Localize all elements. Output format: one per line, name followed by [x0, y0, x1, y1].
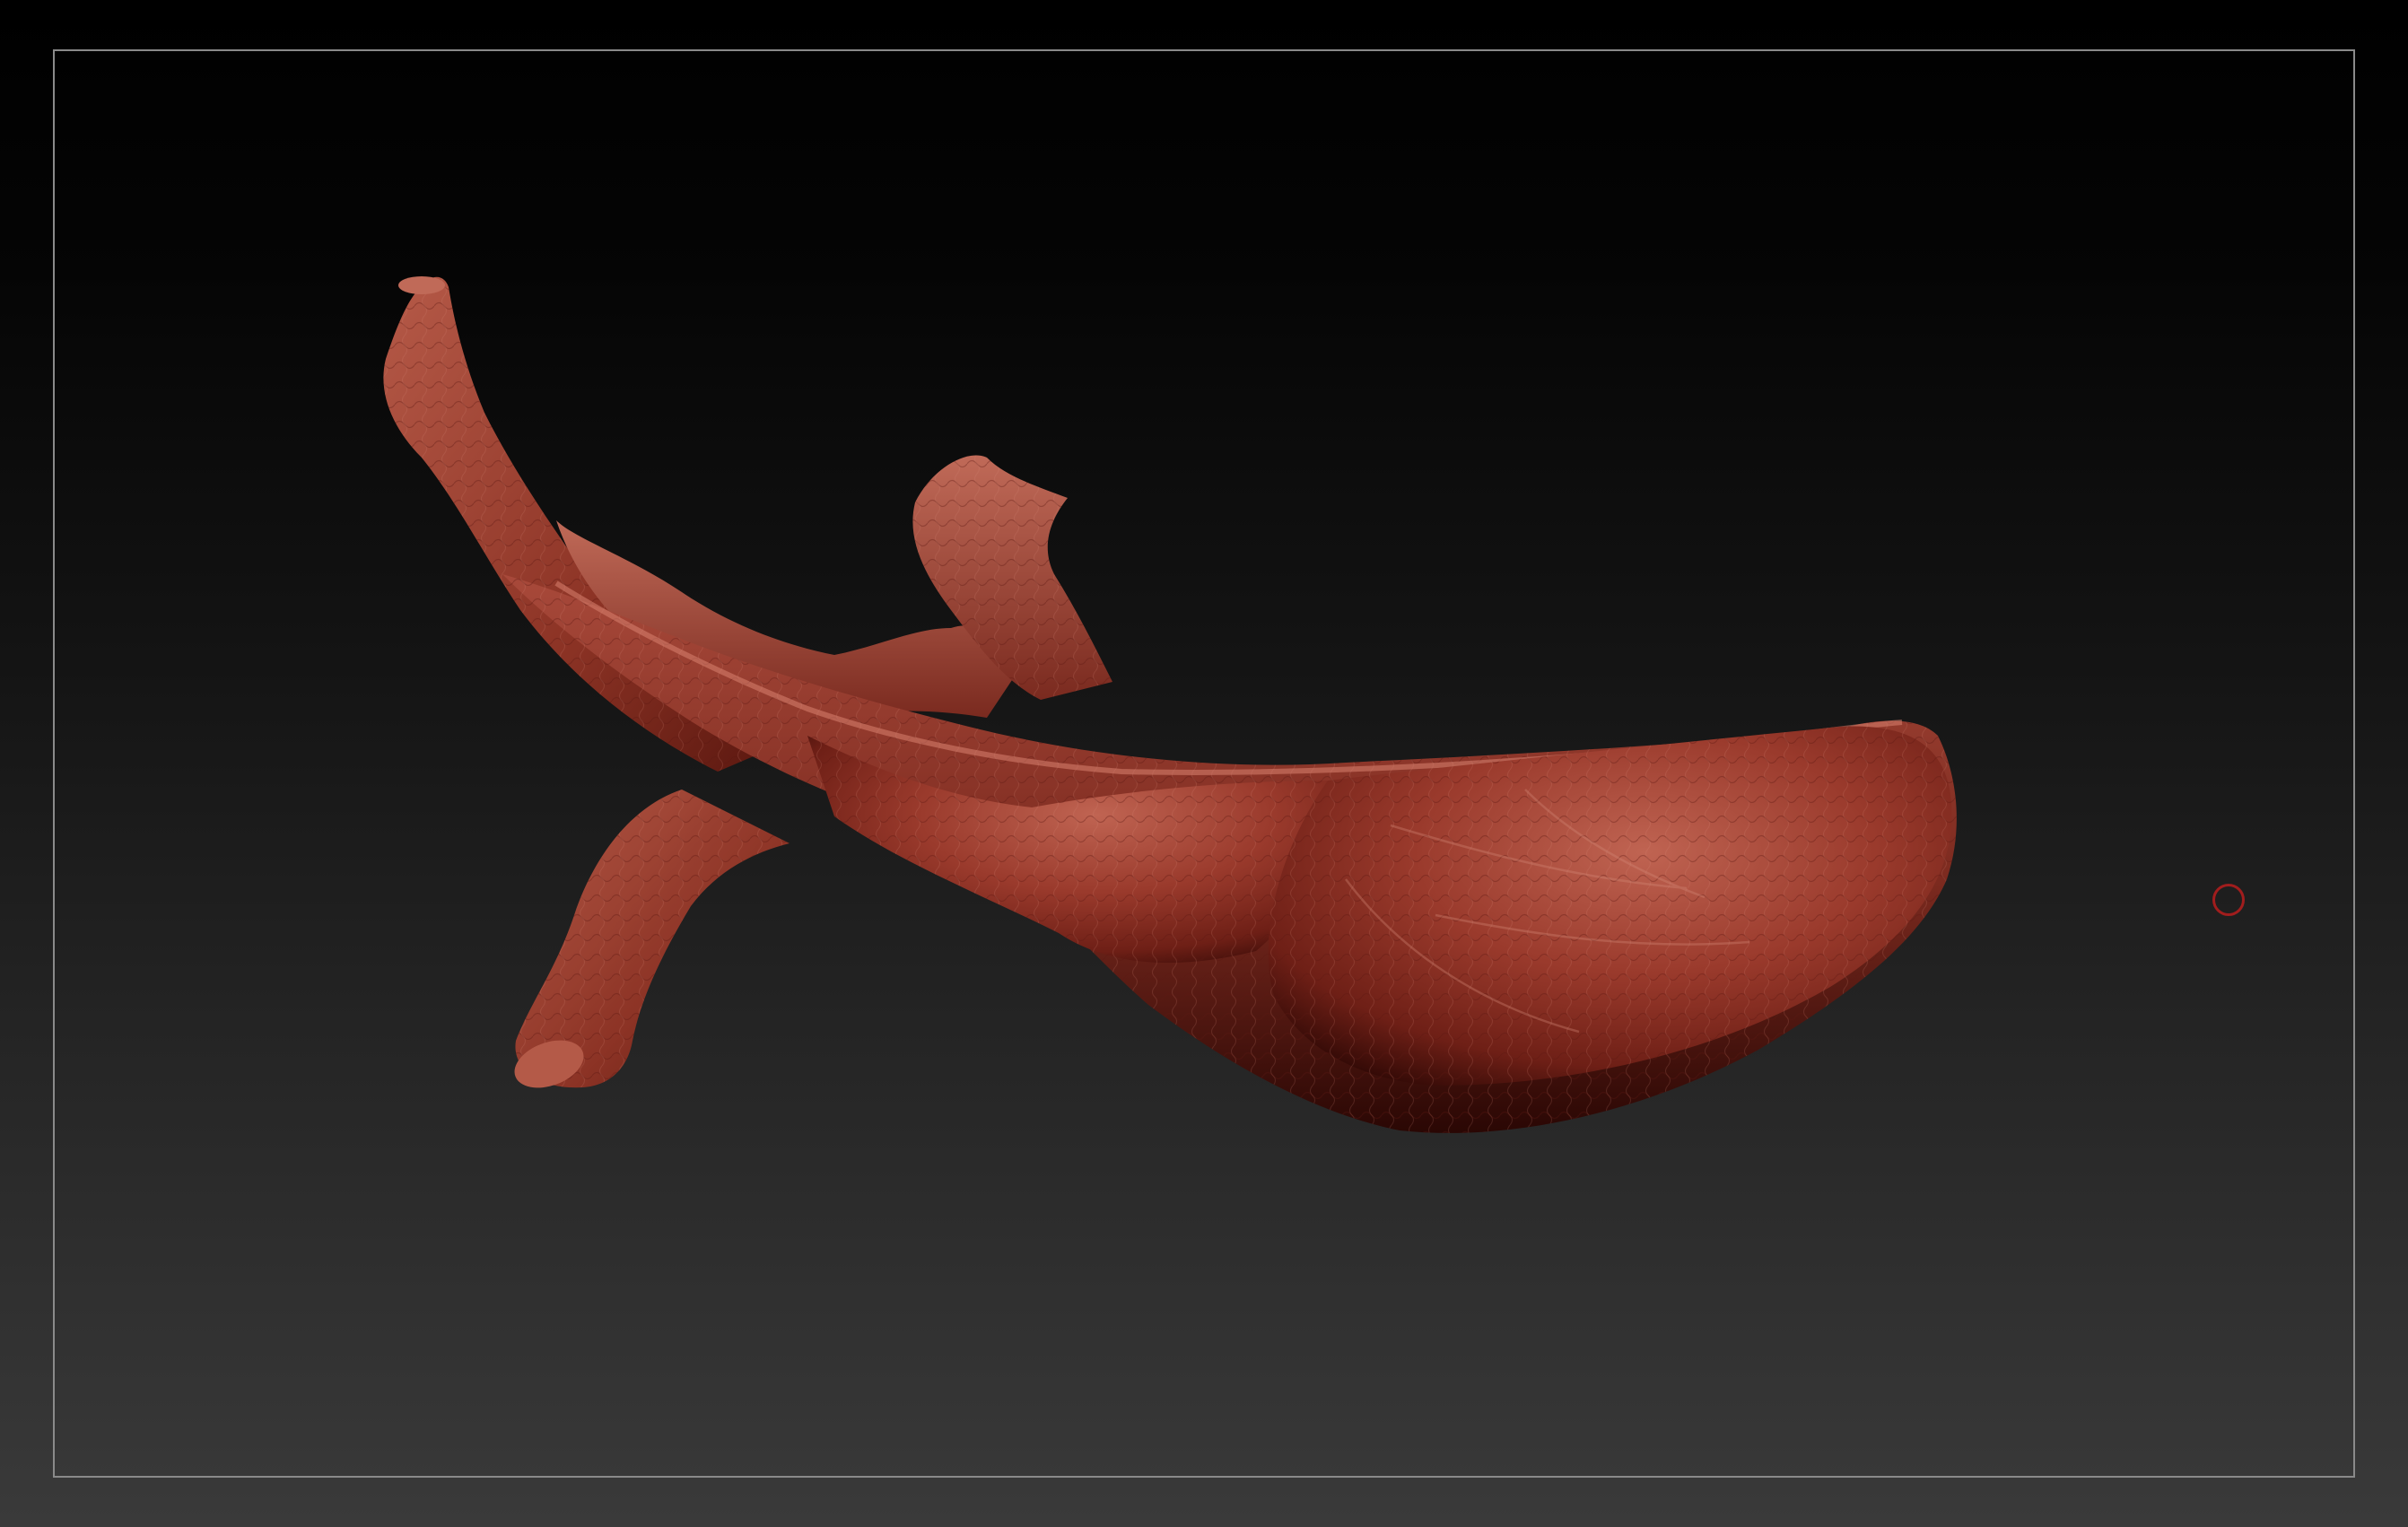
lower-vessel: [514, 790, 790, 1088]
sculpted-mesh[interactable]: [0, 0, 2408, 1527]
canvas-viewport[interactable]: [0, 0, 2408, 1527]
brush-cursor-icon: [2212, 884, 2245, 916]
